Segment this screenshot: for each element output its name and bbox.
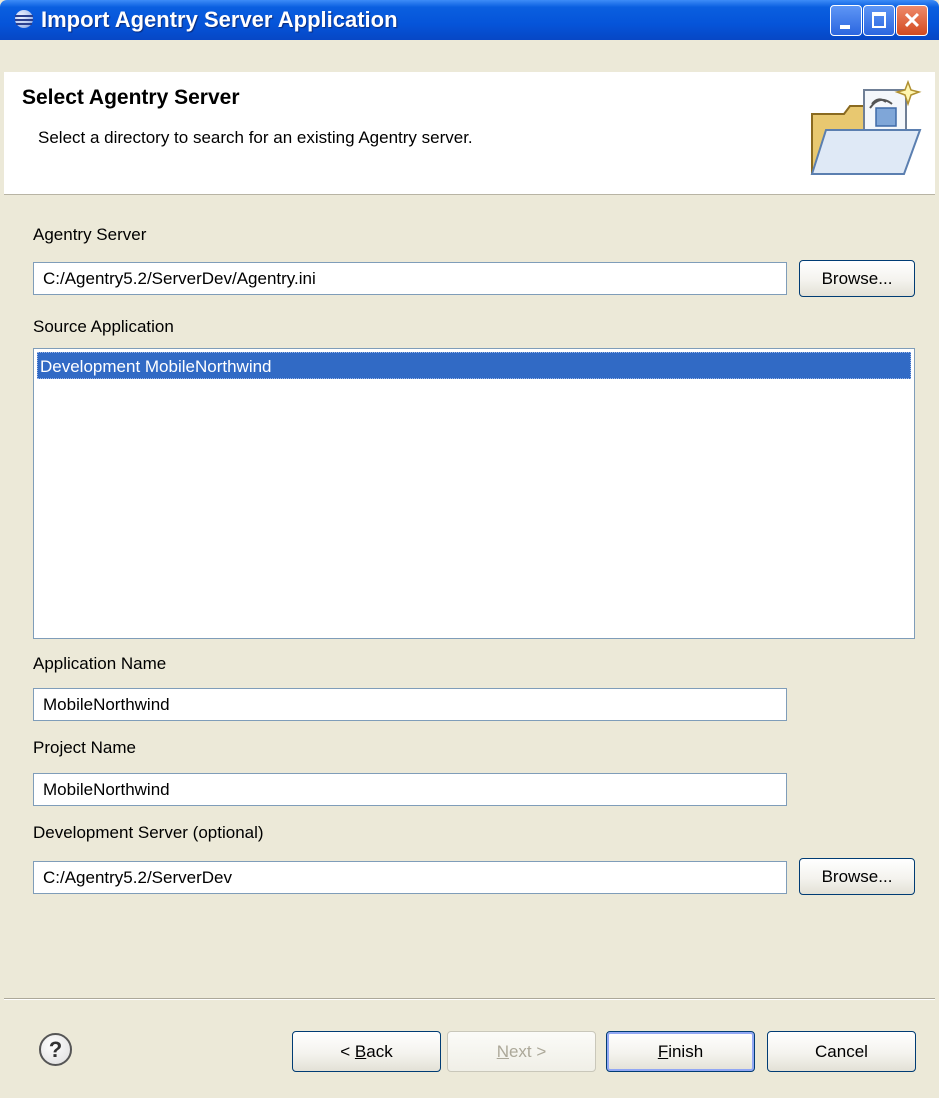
agentry-server-browse-button[interactable]: Browse...: [799, 260, 915, 297]
application-name-input[interactable]: [33, 688, 787, 721]
agentry-server-input[interactable]: [33, 262, 787, 295]
cancel-button[interactable]: Cancel: [767, 1031, 916, 1072]
minimize-button[interactable]: [830, 5, 862, 36]
list-item[interactable]: Development MobileNorthwind: [37, 352, 911, 379]
maximize-button[interactable]: [863, 5, 895, 36]
project-name-label: Project Name: [33, 738, 136, 757]
next-button[interactable]: Next >: [447, 1031, 596, 1072]
finish-button[interactable]: Finish: [606, 1031, 755, 1072]
wizard-header: Select Agentry Server Select a directory…: [4, 72, 935, 195]
title-bar[interactable]: Import Agentry Server Application ✕: [0, 0, 939, 40]
minimize-icon: [840, 25, 850, 29]
page-title: Select Agentry Server: [22, 86, 240, 109]
development-server-input[interactable]: [33, 861, 787, 894]
import-folder-icon: [810, 79, 922, 175]
help-icon[interactable]: ?: [39, 1033, 72, 1066]
development-server-browse-button[interactable]: Browse...: [799, 858, 915, 895]
import-dialog: Import Agentry Server Application ✕ Sele…: [0, 0, 939, 1098]
close-button[interactable]: ✕: [896, 5, 928, 36]
close-icon: ✕: [902, 8, 922, 33]
maximize-icon: [872, 12, 886, 28]
agentry-server-label: Agentry Server: [33, 225, 147, 244]
source-application-label: Source Application: [33, 317, 174, 336]
app-icon: [15, 10, 33, 28]
window-title: Import Agentry Server Application: [41, 7, 398, 32]
page-description: Select a directory to search for an exis…: [38, 128, 473, 147]
application-name-label: Application Name: [33, 654, 167, 673]
source-application-list[interactable]: Development MobileNorthwind: [33, 348, 915, 639]
back-button[interactable]: < Back: [292, 1031, 441, 1072]
footer-divider: [4, 998, 935, 1000]
development-server-label: Development Server (optional): [33, 823, 264, 842]
project-name-input[interactable]: [33, 773, 787, 806]
